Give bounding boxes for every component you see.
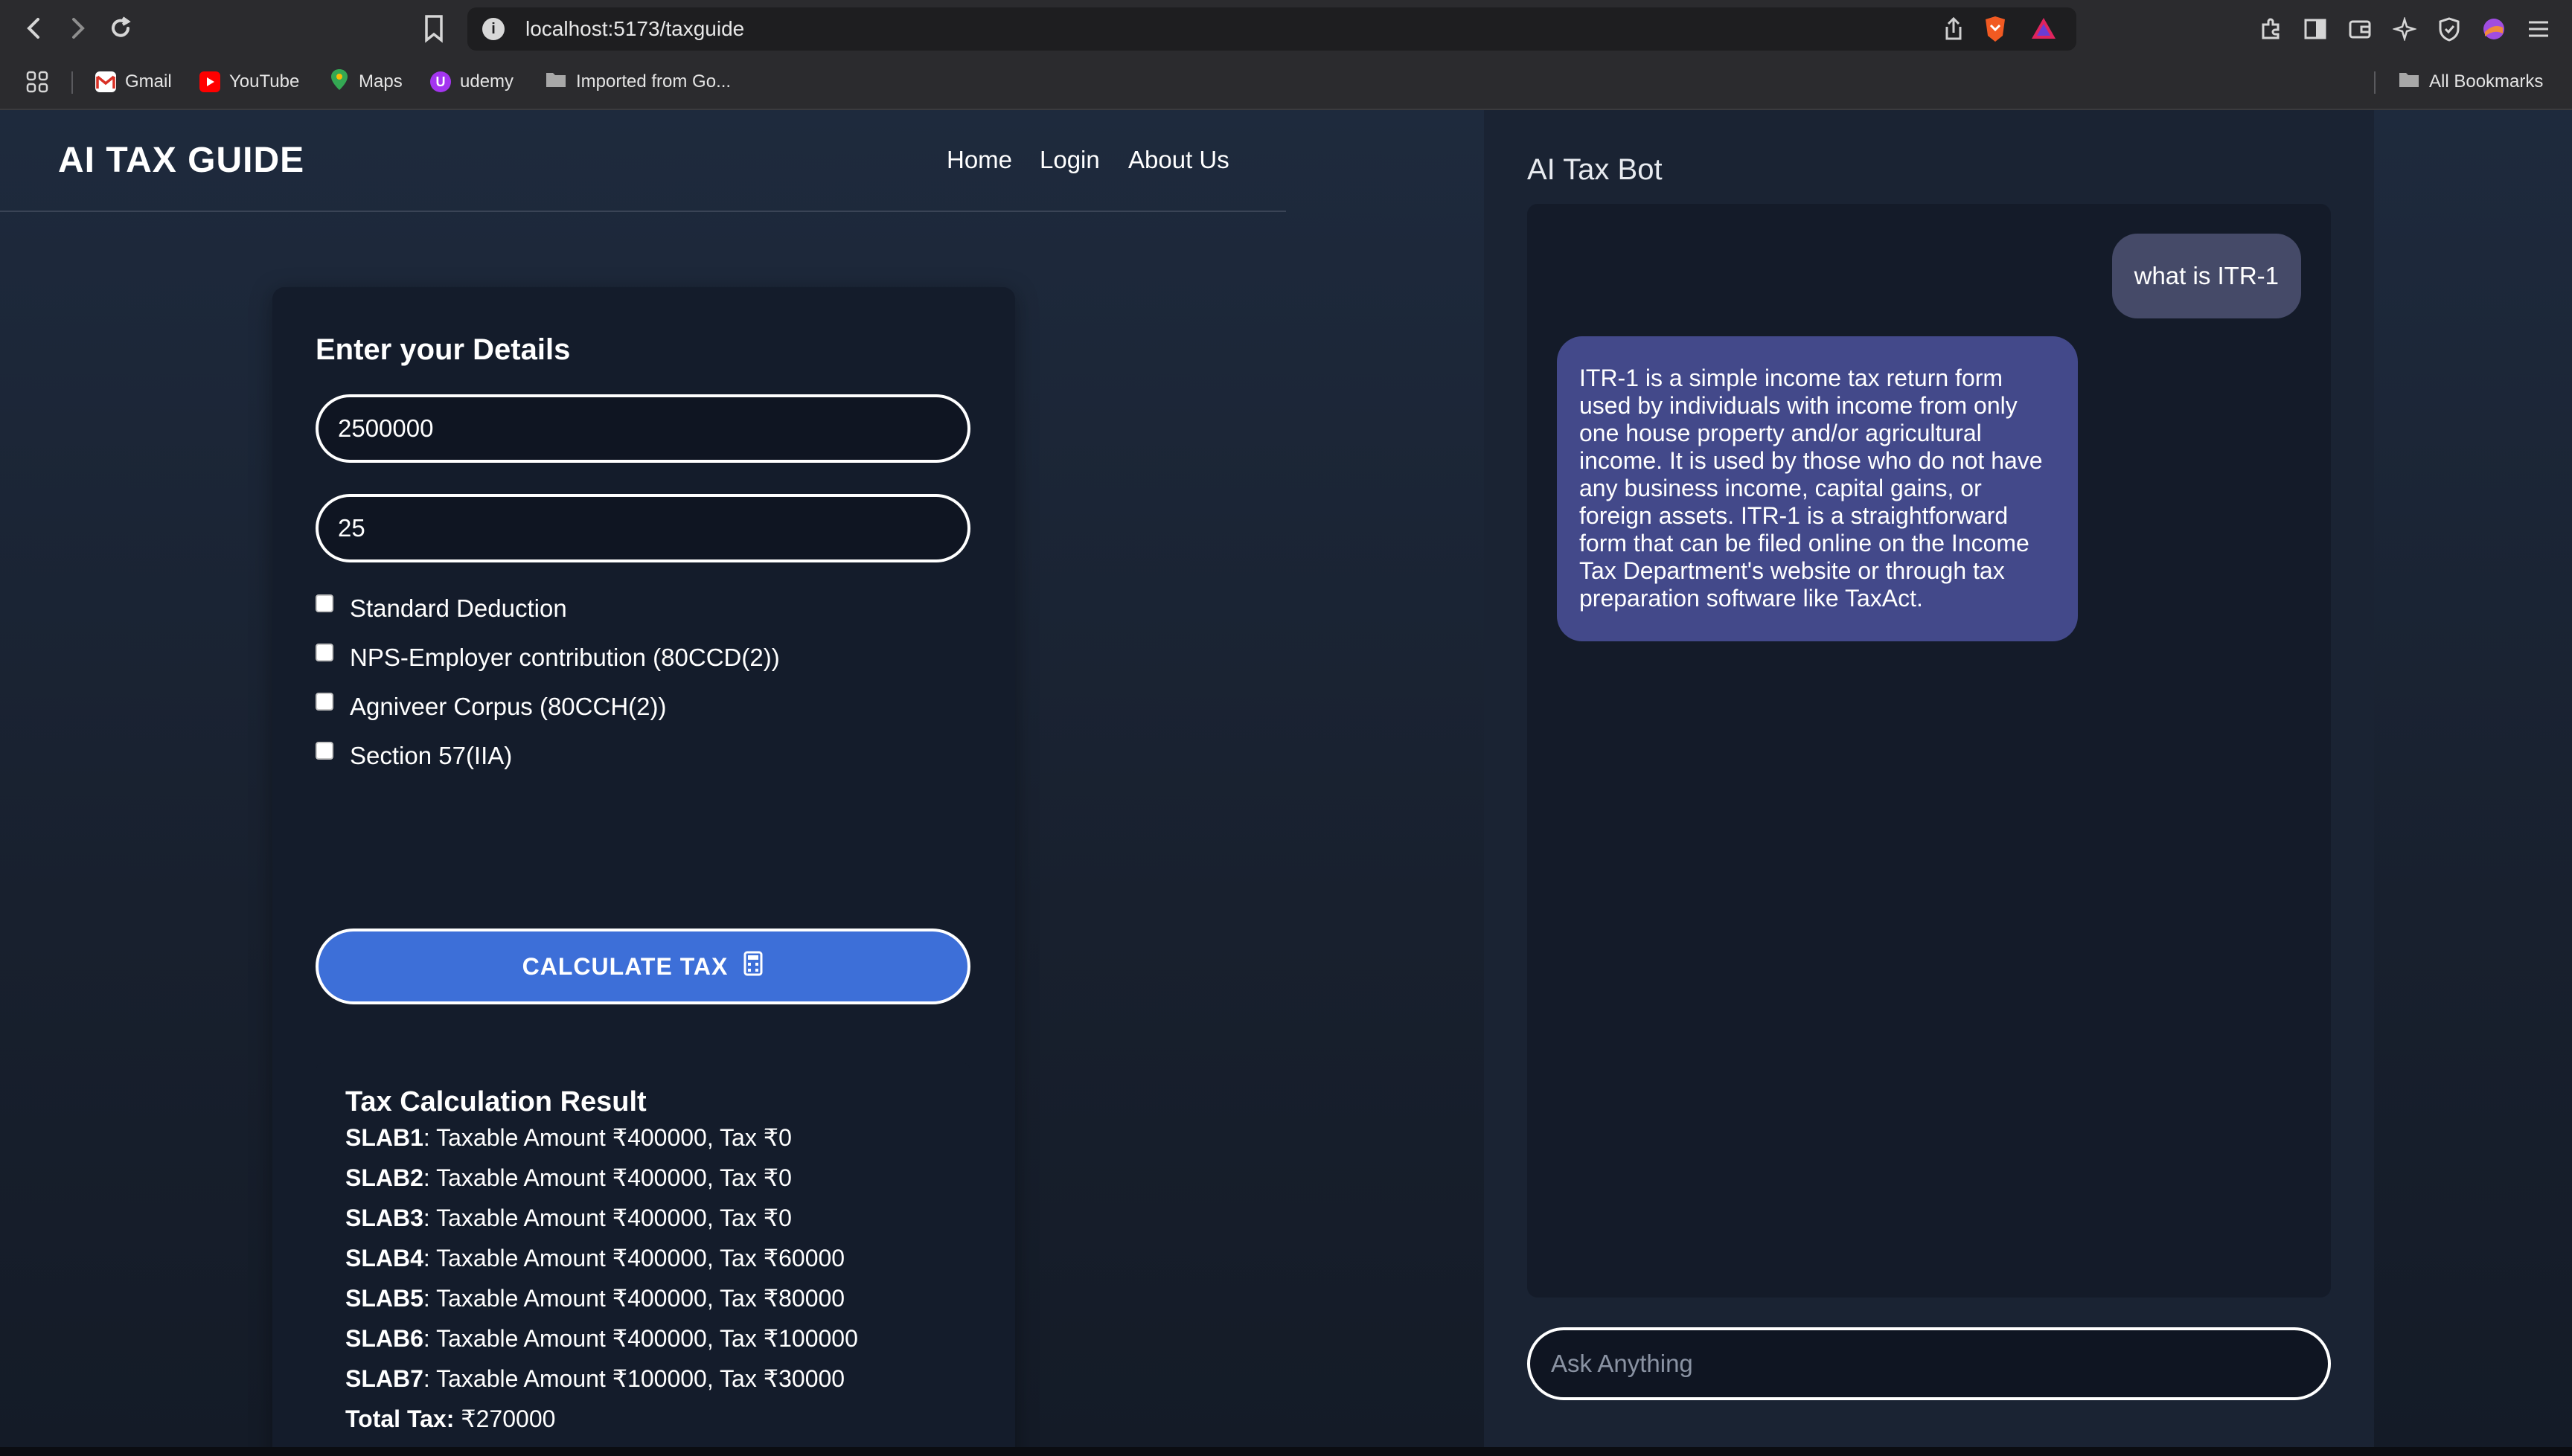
profile-avatar-icon[interactable]	[2480, 15, 2508, 43]
bookmark-label: udemy	[460, 71, 514, 92]
bookmark-page-icon[interactable]	[421, 13, 447, 47]
calculator-pane: AI TAX GUIDE Home Login About Us Enter y…	[0, 110, 1286, 1456]
menu-icon[interactable]	[2524, 15, 2553, 43]
nav-home[interactable]: Home	[947, 146, 1012, 174]
checkbox-label: Agniveer Corpus (80CCH(2))	[350, 693, 667, 720]
youtube-icon	[199, 71, 220, 92]
sidebar-icon[interactable]	[2301, 15, 2329, 43]
page: AI TAX GUIDE Home Login About Us Enter y…	[0, 110, 2572, 1456]
browser-toolbar: i localhost:5173/taxguide	[0, 0, 2572, 57]
checkbox-standard-deduction[interactable]: Standard Deduction	[316, 590, 567, 627]
bookmark-maps[interactable]: Maps	[329, 67, 403, 97]
tax-result-panel: Tax Calculation Result SLAB1: Taxable Am…	[316, 1062, 970, 1456]
app-header: AI TAX GUIDE Home Login About Us	[0, 110, 1286, 212]
checkbox-section-57[interactable]: Section 57(IIA)	[316, 737, 512, 774]
folder-icon	[545, 70, 567, 94]
site-info-icon[interactable]: i	[482, 18, 505, 40]
share-icon[interactable]	[1942, 16, 1965, 45]
browser-chrome: i localhost:5173/taxguide Gmail YouTube …	[0, 0, 2572, 110]
total-tax-line: Total Tax: ₹270000	[345, 1405, 556, 1432]
calculate-tax-label: CALCULATE TAX	[522, 952, 729, 980]
bookmarks-divider-right	[2374, 71, 2376, 94]
chat-pane: AI Tax Bot what is ITR-1 ITR-1 is a simp…	[1484, 110, 2374, 1447]
url-text: localhost:5173/taxguide	[525, 17, 745, 40]
checkbox[interactable]	[316, 742, 333, 760]
nav-about-us[interactable]: About Us	[1128, 146, 1229, 174]
checkbox-label: NPS-Employer contribution (80CCD(2))	[350, 644, 780, 671]
brand-logo[interactable]: AI TAX GUIDE	[58, 140, 304, 181]
extensions-icon[interactable]	[2256, 15, 2285, 43]
details-form-card: Enter your Details Standard Deduction NP…	[272, 287, 1015, 1456]
folder-icon	[2398, 70, 2420, 94]
checkbox-label: Standard Deduction	[350, 594, 567, 622]
slab-line: SLAB7: Taxable Amount ₹100000, Tax ₹3000…	[345, 1365, 845, 1392]
back-icon[interactable]	[19, 13, 49, 43]
brave-rewards-icon[interactable]	[2030, 16, 2057, 44]
bookmark-label: Imported from Go...	[576, 71, 732, 92]
nav-login[interactable]: Login	[1040, 146, 1100, 174]
income-input[interactable]	[316, 394, 970, 463]
bookmark-label: YouTube	[229, 71, 300, 92]
forward-icon[interactable]	[63, 13, 92, 43]
checkbox-label: Section 57(IIA)	[350, 742, 513, 769]
bookmark-youtube[interactable]: YouTube	[199, 67, 299, 97]
reload-icon[interactable]	[106, 13, 135, 43]
slab-line: SLAB4: Taxable Amount ₹400000, Tax ₹6000…	[345, 1245, 845, 1271]
checkbox-nps-employer[interactable]: NPS-Employer contribution (80CCD(2))	[316, 639, 780, 676]
chat-title: AI Tax Bot	[1527, 153, 1663, 186]
calculator-icon	[743, 951, 764, 982]
all-bookmarks-label: All Bookmarks	[2429, 71, 2544, 92]
vpn-icon[interactable]	[2435, 15, 2463, 43]
leo-ai-icon[interactable]	[2390, 15, 2419, 43]
bookmark-gmail[interactable]: Gmail	[95, 67, 172, 97]
checkbox[interactable]	[316, 693, 333, 711]
slab-line: SLAB2: Taxable Amount ₹400000, Tax ₹0	[345, 1164, 792, 1191]
slab-line: SLAB6: Taxable Amount ₹400000, Tax ₹1000…	[345, 1325, 858, 1352]
gmail-icon	[95, 71, 116, 92]
bookmarks-bar: Gmail YouTube Maps U udemy Imported from…	[0, 61, 2572, 103]
maps-icon	[329, 68, 350, 97]
udemy-icon: U	[430, 71, 451, 92]
calculate-tax-button[interactable]: CALCULATE TAX	[316, 929, 970, 1004]
bookmark-label: Maps	[359, 71, 403, 92]
wallet-icon[interactable]	[2346, 15, 2374, 43]
bookmark-imported-folder[interactable]: Imported from Go...	[545, 67, 731, 97]
bookmark-udemy[interactable]: U udemy	[430, 67, 514, 97]
checkbox[interactable]	[316, 644, 333, 661]
bookmarks-divider	[71, 71, 73, 94]
slab-line: SLAB1: Taxable Amount ₹400000, Tax ₹0	[345, 1124, 792, 1151]
bookmark-label: Gmail	[125, 71, 172, 92]
window-bottom-edge	[0, 1447, 2572, 1456]
slab-line: SLAB3: Taxable Amount ₹400000, Tax ₹0	[345, 1205, 792, 1231]
address-bar[interactable]: i localhost:5173/taxguide	[467, 7, 2076, 51]
bot-message-bubble: ITR-1 is a simple income tax return form…	[1557, 336, 2078, 641]
slab-line: SLAB5: Taxable Amount ₹400000, Tax ₹8000…	[345, 1285, 845, 1312]
brave-shield-icon[interactable]	[1983, 15, 2008, 47]
age-input[interactable]	[316, 494, 970, 562]
all-bookmarks-folder[interactable]: All Bookmarks	[2398, 67, 2543, 97]
result-title: Tax Calculation Result	[345, 1086, 647, 1117]
chat-input[interactable]	[1527, 1327, 2331, 1400]
apps-grid-icon[interactable]	[25, 67, 49, 97]
checkbox-agniveer-corpus[interactable]: Agniveer Corpus (80CCH(2))	[316, 688, 666, 725]
form-title: Enter your Details	[316, 333, 571, 366]
user-message-bubble: what is ITR-1	[2111, 234, 2301, 318]
checkbox[interactable]	[316, 594, 333, 612]
chat-window[interactable]: what is ITR-1 ITR-1 is a simple income t…	[1527, 204, 2331, 1298]
